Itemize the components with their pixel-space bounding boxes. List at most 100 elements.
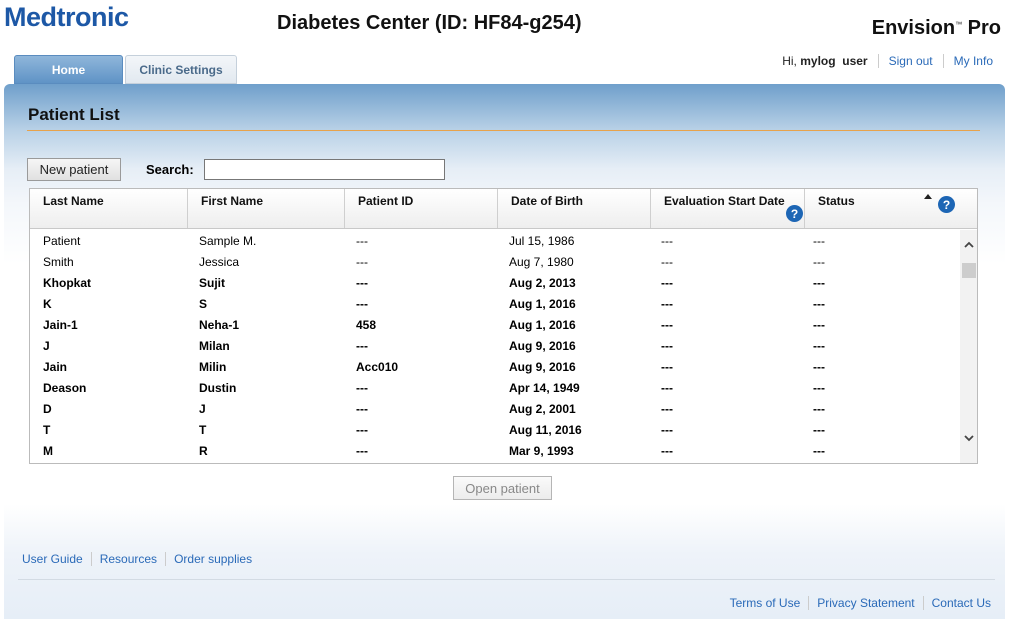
tab-home[interactable]: Home xyxy=(14,55,123,84)
cell-patient-id: --- xyxy=(356,276,368,290)
column-header-patient-id[interactable]: Patient ID xyxy=(344,189,497,228)
table-row[interactable]: Jain-1 Neha-1 458 Aug 1, 2016 --- --- xyxy=(30,314,959,335)
divider xyxy=(90,552,92,566)
resources-link[interactable]: Resources xyxy=(100,552,157,566)
divider xyxy=(808,596,810,610)
sort-ascending-icon xyxy=(924,194,932,199)
cell-status: --- xyxy=(813,339,825,353)
table-row[interactable]: Jain Milin Acc010 Aug 9, 2016 --- --- xyxy=(30,356,959,377)
product-label: Envision xyxy=(871,17,956,39)
scrollbar-thumb[interactable] xyxy=(962,263,976,278)
cell-first-name: Milan xyxy=(199,339,230,353)
tab-clinic-settings[interactable]: Clinic Settings xyxy=(125,55,237,84)
terms-of-use-link[interactable]: Terms of Use xyxy=(730,596,801,610)
user-bar: Hi, mylog user Sign out My Info xyxy=(782,54,993,68)
title-divider xyxy=(27,130,980,131)
cell-date-of-birth: Aug 2, 2001 xyxy=(509,402,576,416)
cell-first-name: Sujit xyxy=(199,276,225,290)
cell-patient-id: --- xyxy=(356,234,368,248)
cell-patient-id: --- xyxy=(356,444,368,458)
table-row[interactable]: Khopkat Sujit --- Aug 2, 2013 --- --- xyxy=(30,272,959,293)
cell-first-name: Jessica xyxy=(199,255,240,269)
user-greeting: Hi, mylog user xyxy=(782,54,867,68)
patient-list-panel: Patient List New patient Search: Last Na… xyxy=(4,84,1005,619)
cell-evaluation-start: --- xyxy=(661,276,673,290)
my-info-link[interactable]: My Info xyxy=(954,54,993,68)
cell-first-name: Dustin xyxy=(199,381,237,395)
search-input[interactable] xyxy=(204,159,445,180)
cell-first-name: R xyxy=(199,444,208,458)
column-header-first-name[interactable]: First Name xyxy=(187,189,344,228)
open-patient-button[interactable]: Open patient xyxy=(453,476,552,500)
cell-evaluation-start: --- xyxy=(661,381,673,395)
cell-first-name: J xyxy=(199,402,206,416)
table-row[interactable]: J Milan --- Aug 9, 2016 --- --- xyxy=(30,335,959,356)
column-header-last-name[interactable]: Last Name xyxy=(30,189,187,228)
help-links: User Guide Resources Order supplies xyxy=(22,552,252,566)
table-scrollbar[interactable] xyxy=(960,230,977,463)
cell-first-name: Sample M. xyxy=(199,234,257,248)
cell-patient-id: --- xyxy=(356,423,368,437)
cell-last-name: Jain xyxy=(43,360,68,374)
medtronic-logo: Medtronic xyxy=(4,2,129,32)
cell-patient-id: --- xyxy=(356,339,368,353)
privacy-statement-link[interactable]: Privacy Statement xyxy=(817,596,914,610)
cell-last-name: Jain-1 xyxy=(43,318,78,332)
cell-last-name: D xyxy=(43,402,52,416)
cell-date-of-birth: Mar 9, 1993 xyxy=(509,444,574,458)
column-header-evaluation-start-date[interactable]: Evaluation Start Date xyxy=(650,189,804,228)
clinic-title: Diabetes Center (ID: HF84-g254) xyxy=(277,12,582,34)
table-row[interactable]: K S --- Aug 1, 2016 --- --- xyxy=(30,293,959,314)
cell-last-name: K xyxy=(43,297,52,311)
cell-last-name: J xyxy=(43,339,50,353)
footer-links: Terms of Use Privacy Statement Contact U… xyxy=(730,596,991,610)
cell-date-of-birth: Aug 2, 2013 xyxy=(509,276,576,290)
cell-last-name: Patient xyxy=(43,234,81,248)
search-label: Search: xyxy=(146,162,194,177)
page-title: Patient List xyxy=(28,105,120,124)
evaluation-help-icon[interactable]: ? xyxy=(786,205,803,222)
cell-last-name: Khopkat xyxy=(43,276,91,290)
column-header-date-of-birth[interactable]: Date of Birth xyxy=(497,189,650,228)
cell-status: --- xyxy=(813,297,825,311)
new-patient-button[interactable]: New patient xyxy=(27,158,121,181)
cell-evaluation-start: --- xyxy=(661,234,673,248)
cell-status: --- xyxy=(813,423,825,437)
table-header: Last Name First Name Patient ID Date of … xyxy=(30,189,977,229)
cell-patient-id: 458 xyxy=(356,318,377,332)
cell-status: --- xyxy=(813,360,825,374)
user-first-name: mylog xyxy=(800,54,836,68)
main-tabs: Home Clinic Settings xyxy=(14,55,237,84)
cell-status: --- xyxy=(813,444,825,458)
table-row[interactable]: D J --- Aug 2, 2001 --- --- xyxy=(30,398,959,419)
cell-first-name: Neha-1 xyxy=(199,318,240,332)
divider xyxy=(877,54,879,68)
cell-status: --- xyxy=(813,381,825,395)
cell-first-name: Milin xyxy=(199,360,227,374)
cell-date-of-birth: Aug 9, 2016 xyxy=(509,339,576,353)
cell-evaluation-start: --- xyxy=(661,318,673,332)
product-name: Envision™ Pro xyxy=(872,17,1001,40)
chevron-up-icon[interactable] xyxy=(964,240,974,250)
chevron-down-icon[interactable] xyxy=(964,433,974,443)
cell-evaluation-start: --- xyxy=(661,339,673,353)
cell-evaluation-start: --- xyxy=(661,444,673,458)
table-row[interactable]: Smith Jessica --- Aug 7, 1980 --- --- xyxy=(30,251,959,272)
cell-date-of-birth: Aug 7, 1980 xyxy=(509,255,574,269)
table-row[interactable]: M R --- Mar 9, 1993 --- --- xyxy=(30,440,959,461)
sign-out-link[interactable]: Sign out xyxy=(889,54,933,68)
product-suffix: Pro xyxy=(962,17,1001,39)
cell-date-of-birth: Jul 15, 1986 xyxy=(509,234,575,248)
cell-date-of-birth: Aug 11, 2016 xyxy=(509,423,582,437)
status-help-icon[interactable]: ? xyxy=(938,196,955,213)
cell-patient-id: --- xyxy=(356,255,368,269)
cell-evaluation-start: --- xyxy=(661,423,673,437)
cell-status: --- xyxy=(813,402,825,416)
table-row[interactable]: T T --- Aug 11, 2016 --- --- xyxy=(30,419,959,440)
table-row[interactable]: Patient Sample M. --- Jul 15, 1986 --- -… xyxy=(30,230,959,251)
cell-status: --- xyxy=(813,234,825,248)
table-row[interactable]: Deason Dustin --- Apr 14, 1949 --- --- xyxy=(30,377,959,398)
user-guide-link[interactable]: User Guide xyxy=(22,552,83,566)
contact-us-link[interactable]: Contact Us xyxy=(932,596,991,610)
order-supplies-link[interactable]: Order supplies xyxy=(174,552,252,566)
